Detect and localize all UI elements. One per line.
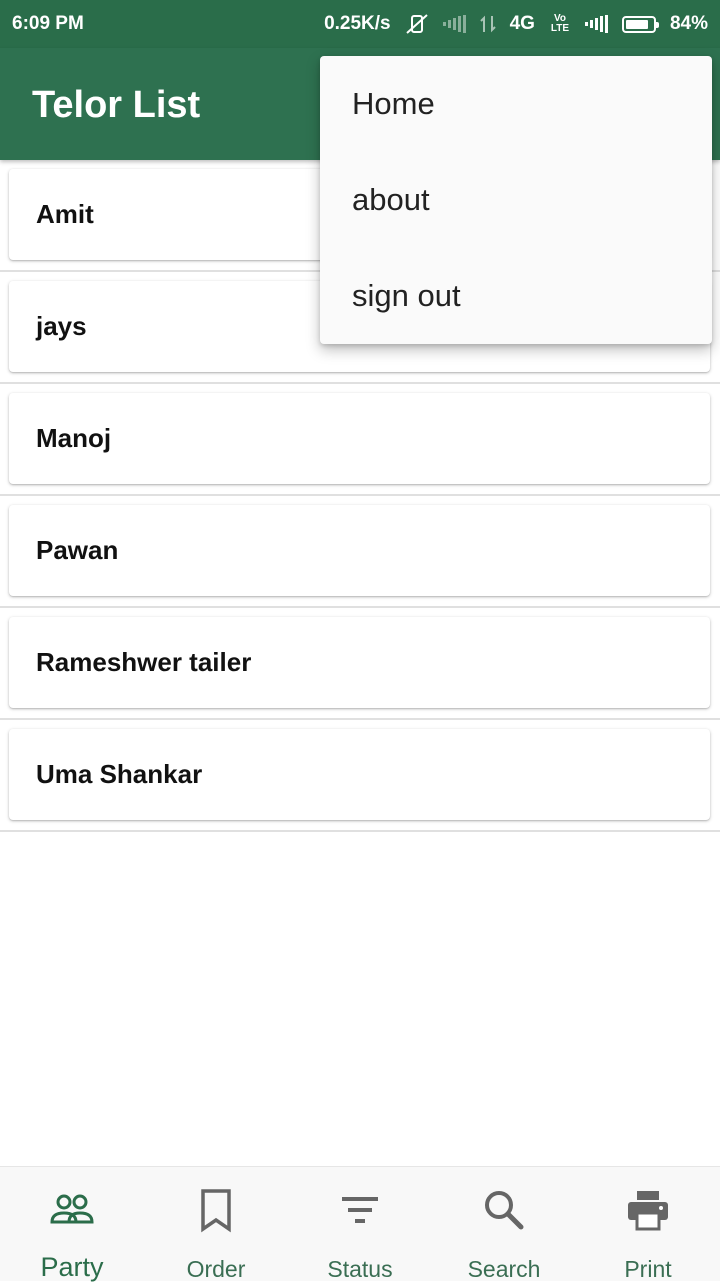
- bookmark-icon: [193, 1187, 239, 1238]
- bottom-navigation: Party Order Status Search Print: [0, 1166, 720, 1282]
- list-item-card[interactable]: Manoj: [9, 393, 710, 484]
- nav-label: Search: [467, 1256, 541, 1282]
- nav-label: Order: [186, 1256, 246, 1282]
- status-icons: 0.25K/s 4G Vo LTE 84%: [324, 13, 708, 35]
- search-icon: [481, 1187, 527, 1238]
- nav-item-party[interactable]: Party: [0, 1167, 144, 1282]
- network-type: 4G: [509, 13, 535, 34]
- network-speed: 0.25K/s: [324, 13, 391, 34]
- people-icon: [49, 1187, 95, 1238]
- volte-icon: Vo LTE: [550, 13, 570, 34]
- menu-item-sign-out[interactable]: sign out: [320, 248, 712, 344]
- list-item: Uma Shankar: [0, 720, 720, 832]
- list-item: Rameshwer tailer: [0, 608, 720, 720]
- status-time: 6:09 PM: [12, 13, 84, 34]
- battery-percent: 84%: [669, 13, 708, 34]
- nav-item-search[interactable]: Search: [432, 1167, 576, 1282]
- nav-item-order[interactable]: Order: [144, 1167, 288, 1282]
- data-arrows-icon: [479, 14, 496, 34]
- nav-label: Status: [327, 1256, 393, 1282]
- signal-icon: [442, 15, 466, 33]
- nav-item-status[interactable]: Status: [288, 1167, 432, 1282]
- status-bar: 6:09 PM 0.25K/s 4G Vo LTE 84%: [0, 0, 720, 48]
- list-item-card[interactable]: Uma Shankar: [9, 729, 710, 820]
- nav-item-print[interactable]: Print: [576, 1167, 720, 1282]
- nav-label: Print: [624, 1256, 672, 1282]
- menu-item-about[interactable]: about: [320, 152, 712, 248]
- filter-icon: [337, 1187, 383, 1238]
- list-item: Pawan: [0, 496, 720, 608]
- overflow-menu: Home about sign out: [320, 56, 712, 344]
- battery-icon: [621, 15, 659, 33]
- vibrate-off-icon: [405, 13, 429, 35]
- nav-label: Party: [40, 1252, 104, 1282]
- list-item: Manoj: [0, 384, 720, 496]
- list-item-card[interactable]: Pawan: [9, 505, 710, 596]
- printer-icon: [625, 1187, 671, 1238]
- menu-item-home[interactable]: Home: [320, 56, 712, 152]
- page-title: Telor List: [32, 84, 201, 126]
- signal-icon: [584, 15, 608, 33]
- list-item-card[interactable]: Rameshwer tailer: [9, 617, 710, 708]
